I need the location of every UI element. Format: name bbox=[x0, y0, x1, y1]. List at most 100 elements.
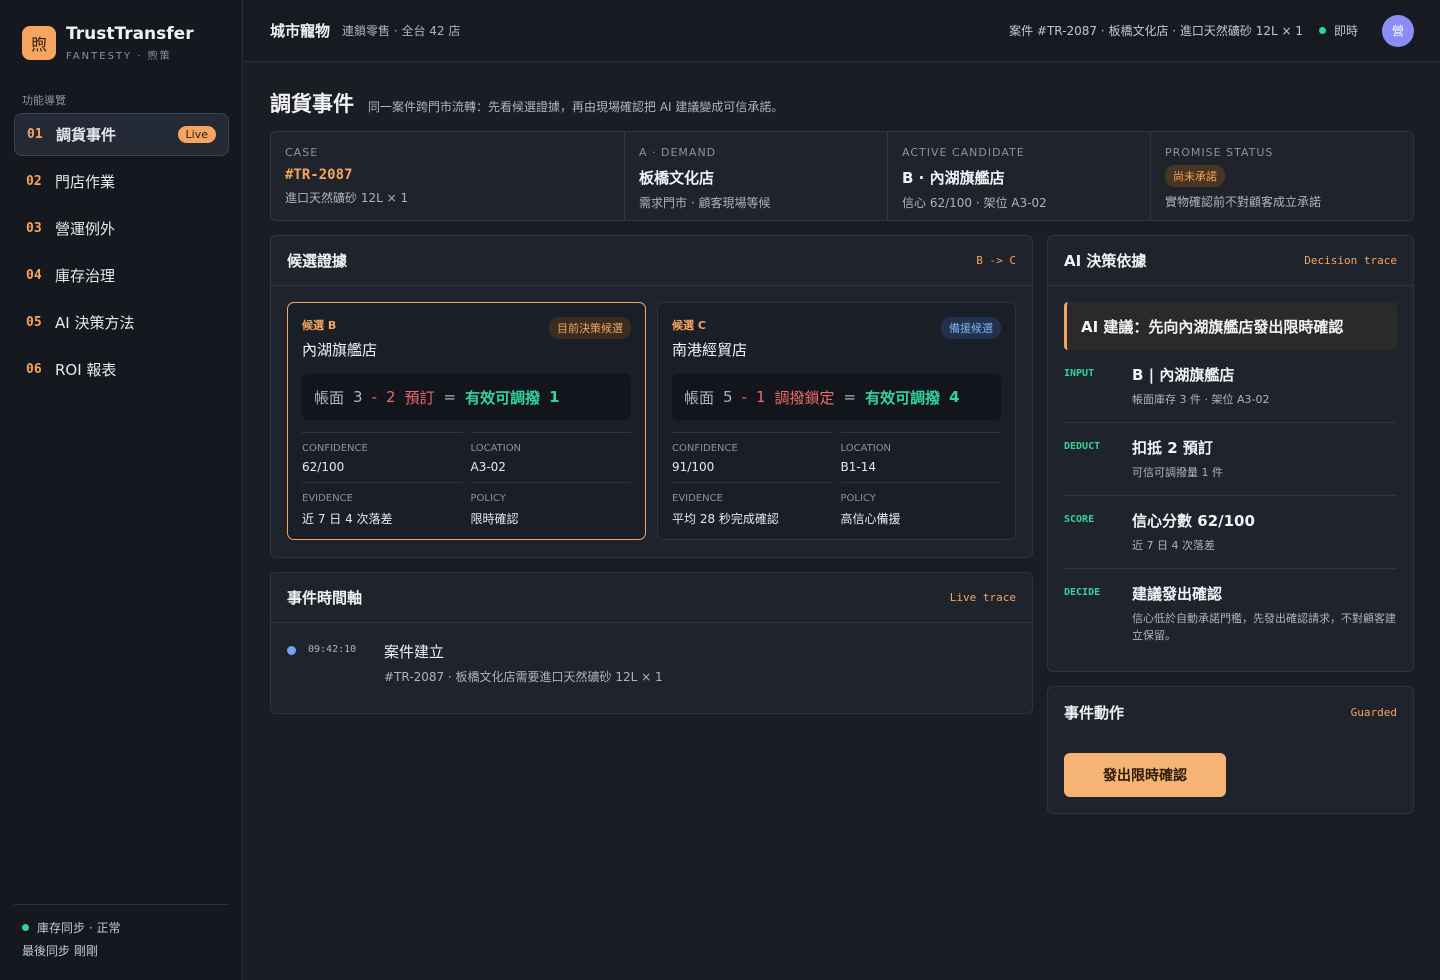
brand-subtitle: FANTESTY · 煦策 bbox=[66, 51, 172, 62]
formula-result-label: 有效可調撥 bbox=[865, 388, 941, 407]
trace-key: INPUT bbox=[1064, 368, 1095, 379]
event-detail: #TR-2087 · 板橋文化店需要進口天然礦砂 12L × 1 bbox=[384, 670, 663, 684]
send-confirmation-button[interactable]: 發出限時確認 bbox=[1064, 753, 1226, 797]
event-title: 案件建立 bbox=[384, 643, 445, 661]
formula-minus: - bbox=[371, 388, 377, 406]
demand-note: 需求門市 · 顧客現場等候 bbox=[639, 196, 771, 210]
nav-item-transfer-events[interactable]: 01 調貨事件 Live bbox=[14, 113, 229, 156]
availability-formula: 帳面 3 - 2 預訂 = 有效可調撥 1 bbox=[302, 374, 631, 420]
trace-detail: 帳面庫存 3 件 · 架位 A3-02 bbox=[1132, 393, 1270, 406]
page-description: 同一案件跨門市流轉：先看候選證據，再由現場確認把 AI 建議變成可信承諾。 bbox=[368, 100, 784, 114]
policy-value: 高信心備援 bbox=[840, 512, 901, 526]
nav-item-roi-report[interactable]: 06 ROI 報表 bbox=[14, 348, 229, 391]
nav-item-label: 營運例外 bbox=[55, 220, 116, 238]
evidence-label: EVIDENCE bbox=[672, 493, 723, 504]
nav-item-number: 02 bbox=[26, 174, 42, 189]
avatar[interactable]: 營 bbox=[1382, 14, 1414, 47]
policy-value: 限時確認 bbox=[470, 512, 519, 526]
nav-menu: 01 調貨事件 Live 02 門店作業 03 營運例外 04 庫存治理 05 … bbox=[14, 113, 229, 395]
org-name: 城市寵物 bbox=[270, 22, 331, 40]
evidence-value: 近 7 日 4 次落差 bbox=[302, 512, 393, 526]
nav-item-number: 05 bbox=[26, 315, 42, 330]
trace-row: DECIDE 建議發出確認 信心低於自動承諾門檻，先發出確認請求，不對顧客建立保留… bbox=[1064, 569, 1397, 658]
formula-result: 4 bbox=[949, 388, 960, 406]
case-id: #TR-2087 bbox=[285, 167, 353, 183]
nav-item-store-ops[interactable]: 02 門店作業 bbox=[14, 160, 229, 203]
location-label: LOCATION bbox=[840, 443, 892, 454]
panel-title: 事件動作 bbox=[1064, 703, 1125, 722]
formula-deduct-label: 預訂 bbox=[404, 388, 435, 407]
nav-item-label: ROI 報表 bbox=[55, 361, 117, 379]
case-item: 進口天然礦砂 12L × 1 bbox=[285, 191, 409, 205]
confidence-label: CONFIDENCE bbox=[672, 443, 738, 454]
nav-item-ops-exceptions[interactable]: 03 營運例外 bbox=[14, 207, 229, 250]
trace-detail: 近 7 日 4 次落差 bbox=[1132, 539, 1215, 553]
topbar: 城市寵物 連鎖零售 · 全台 42 店 案件 #TR-2087 · 板橋文化店 … bbox=[244, 0, 1440, 62]
demand-store: 板橋文化店 bbox=[639, 169, 715, 187]
brand[interactable]: 煦 TrustTransfer FANTESTY · 煦策 bbox=[22, 24, 194, 62]
nav-item-label: 門店作業 bbox=[55, 173, 116, 191]
trace-title: 扣抵 2 預訂 bbox=[1132, 439, 1213, 458]
trace-key: SCORE bbox=[1064, 514, 1095, 526]
nav-item-ai-method[interactable]: 05 AI 決策方法 bbox=[14, 301, 229, 344]
formula-deduct: 2 bbox=[385, 388, 396, 406]
candidate-card-c[interactable]: 候選 C 南港經貿店 備援候選 帳面 5 - 1 調撥鎖定 = 有效可調撥 4 … bbox=[657, 302, 1016, 540]
trace-row: DEDUCT 扣抵 2 預訂 可信可調撥量 1 件 bbox=[1064, 423, 1397, 497]
policy-label: POLICY bbox=[470, 493, 506, 504]
formula-label: 帳面 bbox=[314, 388, 345, 407]
formula-book: 5 bbox=[723, 388, 733, 406]
evidence-value: 平均 28 秒完成確認 bbox=[672, 512, 779, 526]
live-badge: Live bbox=[177, 126, 216, 143]
nav-item-number: 04 bbox=[26, 268, 42, 283]
candidate-card-b[interactable]: 候選 B 內湖旗艦店 目前決策候選 帳面 3 - 2 預訂 = 有效可調撥 1 … bbox=[287, 302, 646, 540]
formula-equals: = bbox=[843, 388, 857, 406]
timeline-panel: 事件時間軸 Live trace 09:42:10 案件建立 #TR-2087 … bbox=[270, 572, 1033, 714]
nav-item-number: 06 bbox=[26, 362, 42, 377]
brand-logo: 煦 bbox=[22, 26, 56, 60]
location-label: LOCATION bbox=[470, 443, 522, 454]
status-badge: 目前決策候選 bbox=[549, 317, 631, 339]
decision-trace: INPUT B | 內湖旗艦店帳面庫存 3 件 · 架位 A3-02 DEDUC… bbox=[1048, 350, 1413, 658]
summary-label: CASE bbox=[285, 146, 319, 159]
brand-name: TrustTransfer bbox=[66, 24, 194, 44]
nav-item-label: 調貨事件 bbox=[56, 126, 117, 144]
timeline-dot-icon bbox=[287, 646, 296, 655]
formula-book: 3 bbox=[353, 388, 363, 406]
candidate-name: 內湖旗艦店 bbox=[302, 341, 378, 359]
trace-row: INPUT B | 內湖旗艦店帳面庫存 3 件 · 架位 A3-02 bbox=[1064, 350, 1397, 424]
active-candidate: B · 內湖旗艦店 bbox=[902, 169, 1005, 187]
nav-item-number: 03 bbox=[26, 221, 42, 236]
sidebar: 煦 TrustTransfer FANTESTY · 煦策 功能導覽 01 調貨… bbox=[0, 0, 243, 980]
formula-label: 帳面 bbox=[684, 388, 715, 407]
status-badge: 尚未承諾 bbox=[1165, 165, 1225, 187]
last-sync-text: 最後同步 剛剛 bbox=[22, 944, 98, 958]
nav-title: 功能導覽 bbox=[22, 94, 66, 107]
summary-promise: PROMISE STATUS 尚未承諾 實物確認前不對顧客成立承諾 bbox=[1151, 132, 1413, 220]
page-header: 調貨事件 同一案件跨門市流轉：先看候選證據，再由現場確認把 AI 建議變成可信承… bbox=[270, 88, 783, 118]
page-title: 調貨事件 bbox=[270, 92, 354, 116]
nav-item-label: AI 決策方法 bbox=[55, 314, 135, 332]
status-badge: 備援候選 bbox=[941, 317, 1001, 339]
summary-case: CASE #TR-2087 進口天然礦砂 12L × 1 bbox=[271, 132, 625, 220]
formula-deduct: 1 bbox=[755, 388, 766, 406]
candidate-tag: 候選 C bbox=[672, 319, 706, 332]
nav-item-inventory-governance[interactable]: 04 庫存治理 bbox=[14, 254, 229, 297]
evidence-label: EVIDENCE bbox=[302, 493, 353, 504]
panel-title: 候選證據 bbox=[287, 252, 348, 270]
event-time: 09:42:10 bbox=[308, 644, 357, 655]
promise-note: 實物確認前不對顧客成立承諾 bbox=[1165, 195, 1322, 209]
candidates-panel: 候選證據 B -> C 候選 B 內湖旗艦店 目前決策候選 帳面 3 - 2 預… bbox=[270, 235, 1033, 558]
summary-candidate: ACTIVE CANDIDATE B · 內湖旗艦店 信心 62/100 · 架… bbox=[888, 132, 1151, 220]
trace-title: B | 內湖旗艦店 bbox=[1132, 366, 1235, 384]
panel-tag: Decision trace bbox=[1304, 254, 1397, 267]
case-summary: CASE #TR-2087 進口天然礦砂 12L × 1 A · DEMAND … bbox=[270, 131, 1414, 221]
live-indicator: 即時 bbox=[1318, 22, 1358, 39]
candidate-note: 信心 62/100 · 架位 A3-02 bbox=[902, 196, 1047, 210]
formula-result-label: 有效可調撥 bbox=[465, 388, 541, 407]
nav-item-label: 庫存治理 bbox=[55, 267, 116, 285]
sync-status: 庫存同步 · 正常 最後同步 剛剛 bbox=[14, 904, 229, 959]
availability-formula: 帳面 5 - 1 調撥鎖定 = 有效可調撥 4 bbox=[672, 374, 1001, 420]
location-value: A3-02 bbox=[470, 460, 506, 474]
live-dot-icon bbox=[1318, 27, 1326, 34]
nav-item-number: 01 bbox=[27, 127, 43, 142]
